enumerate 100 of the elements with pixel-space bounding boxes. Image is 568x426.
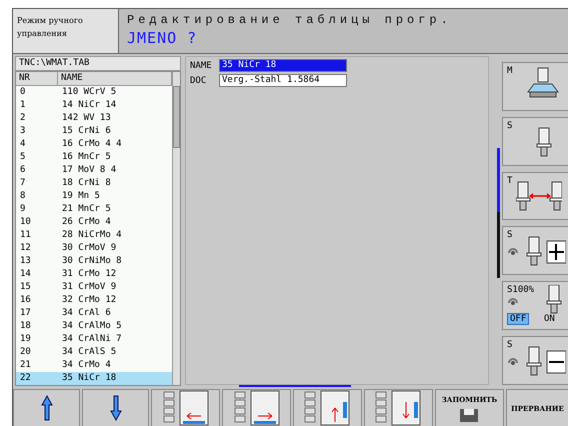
table-row[interactable]: 0 110 WCrV 5 bbox=[16, 86, 172, 99]
mode-label: Режим ручного управления bbox=[13, 9, 119, 53]
key-label: S bbox=[507, 230, 512, 240]
key-label: T bbox=[507, 176, 512, 186]
spindle-icon bbox=[536, 126, 552, 159]
field-label: DOC bbox=[190, 76, 208, 86]
side-softkey[interactable]: S bbox=[502, 226, 568, 276]
side-softkey[interactable]: S bbox=[502, 116, 568, 166]
table-cell-text: 12 bbox=[19, 242, 32, 255]
table-row[interactable]: 19 34 CrAlNi 7 bbox=[16, 333, 172, 346]
table-row[interactable]: 5 16 MnCr 5 bbox=[16, 151, 172, 164]
table-cell-text: 22 bbox=[19, 372, 32, 385]
table-cell-text: 16 CrMo 4 4 bbox=[61, 138, 123, 151]
gauge-icon bbox=[507, 295, 519, 306]
table-cell-text: 16 MnCr 5 bbox=[61, 151, 112, 164]
table-path: TNC:\WMAT.TAB bbox=[15, 56, 181, 71]
table-row[interactable]: 8 19 Mn 5 bbox=[16, 190, 172, 203]
table-cell-text: 26 CrMo 4 bbox=[61, 216, 112, 229]
table-row[interactable]: 13 30 CrNiMo 8 bbox=[16, 255, 172, 268]
table-cell-text: 14 NiCr 14 bbox=[61, 99, 118, 112]
key-label: S bbox=[507, 120, 512, 131]
table-row[interactable]: 1 14 NiCr 14 bbox=[16, 99, 172, 112]
table-row[interactable]: 22 35 NiCr 18 bbox=[16, 372, 172, 385]
table-row[interactable]: 12 30 CrMoV 9 bbox=[16, 242, 172, 255]
input-field[interactable]: 35 NiCr 18 bbox=[219, 59, 347, 72]
screen-title: Редактирование таблицы прогр. bbox=[127, 13, 453, 27]
key-slots-icon bbox=[162, 391, 175, 425]
table-cell-text: 31 CrMo 12 bbox=[61, 268, 118, 281]
table-cell-text: 31 CrMoV 9 bbox=[61, 281, 118, 294]
table-cell-text: 19 bbox=[19, 333, 32, 346]
table-row[interactable]: 2 142 WV 13 bbox=[16, 112, 172, 125]
table-row[interactable]: 9 21 MnCr 5 bbox=[16, 203, 172, 216]
table-cell-text: 30 CrMoV 9 bbox=[61, 242, 118, 255]
table-cell-text: 34 CrAlMo 5 bbox=[61, 320, 123, 333]
gauge-icon bbox=[507, 245, 519, 258]
table-cell-text: 8 bbox=[19, 190, 26, 203]
table-cell-text: 20 bbox=[19, 346, 32, 359]
table-cell-text: 17 bbox=[19, 307, 32, 320]
table-cell-text: 34 CrMo 4 bbox=[61, 359, 112, 372]
softkey[interactable] bbox=[364, 389, 433, 426]
table-cell-text: 5 bbox=[19, 151, 26, 164]
override-option[interactable]: ON bbox=[541, 313, 558, 326]
down-arrow-icon bbox=[110, 395, 122, 421]
table-cell-text: 21 MnCr 5 bbox=[61, 203, 112, 216]
key-label: S bbox=[507, 340, 512, 350]
table-cell-text: 28 NiCrMo 4 bbox=[61, 229, 123, 242]
table-cell-text: 110 WCrV 5 bbox=[61, 86, 118, 99]
table-cell-text: 11 bbox=[19, 229, 32, 242]
key-slots-icon bbox=[375, 391, 388, 425]
table-cell-text: 34 CrAl 6 bbox=[61, 307, 112, 320]
softkey[interactable] bbox=[222, 389, 291, 426]
table-row[interactable]: 6 17 MoV 8 4 bbox=[16, 164, 172, 177]
table-cell-text: 14 bbox=[19, 268, 32, 281]
table-row[interactable]: 4 16 CrMo 4 4 bbox=[16, 138, 172, 151]
softkey[interactable] bbox=[82, 389, 150, 426]
table-cell-text: 21 bbox=[19, 359, 32, 372]
table-row[interactable]: 10 26 CrMo 4 bbox=[16, 216, 172, 229]
key-slots-icon bbox=[234, 391, 246, 425]
table-cell-text: 4 bbox=[19, 138, 26, 151]
softkey[interactable] bbox=[151, 389, 220, 426]
table-cell-text: 34 CrAlS 5 bbox=[61, 346, 118, 359]
override-option[interactable]: OFF bbox=[507, 313, 530, 326]
table-row[interactable]: 3 15 CrNi 6 bbox=[16, 125, 172, 138]
table-cell-text: 1 bbox=[19, 99, 26, 112]
scrollbar[interactable] bbox=[172, 72, 180, 385]
table-row[interactable]: 17 34 CrAl 6 bbox=[16, 307, 172, 320]
table-row[interactable]: 16 32 CrMo 12 bbox=[16, 294, 172, 307]
up-arrow-icon bbox=[40, 395, 52, 421]
prompt-text: JMENO ? bbox=[127, 29, 198, 47]
table-row[interactable]: 11 28 NiCrMo 4 bbox=[16, 229, 172, 242]
table-row[interactable]: 7 18 CrNi 8 bbox=[16, 177, 172, 190]
table-row[interactable]: 20 34 CrAlS 5 bbox=[16, 346, 172, 359]
table-cell-text: 35 NiCr 18 bbox=[61, 372, 118, 385]
table-cell-text: 2 bbox=[19, 112, 26, 125]
table-cell-text: 7 bbox=[19, 177, 26, 190]
side-softkey[interactable]: S bbox=[502, 336, 568, 385]
table-row[interactable]: 18 34 CrAlMo 5 bbox=[16, 320, 172, 333]
spindle-icon bbox=[546, 285, 562, 316]
spindle-icon bbox=[526, 346, 542, 378]
table-cell-text: 19 Mn 5 bbox=[61, 190, 101, 203]
spindle-icon bbox=[526, 236, 542, 268]
softkey[interactable] bbox=[293, 389, 362, 426]
input-field[interactable]: Verg.-Stahl 1.5864 bbox=[219, 74, 347, 87]
key-slots-icon bbox=[304, 391, 316, 425]
table-cell-text: 34 CrAlNi 7 bbox=[61, 333, 123, 346]
side-softkey[interactable]: S100% OFF ON bbox=[502, 281, 568, 330]
table-cell-text: 10 bbox=[19, 216, 32, 229]
softkey[interactable] bbox=[13, 389, 80, 426]
table-cell-text: 32 CrMo 12 bbox=[61, 294, 118, 307]
plus-icon bbox=[546, 240, 566, 264]
side-softkey[interactable]: T bbox=[502, 172, 568, 220]
table-cell-text: 30 CrNiMo 8 bbox=[61, 255, 123, 268]
table-cell-text: 16 bbox=[19, 294, 32, 307]
table-cell-text: 18 CrNi 8 bbox=[61, 177, 112, 190]
side-softkey[interactable]: M bbox=[502, 62, 568, 111]
gauge-icon bbox=[507, 355, 519, 368]
table-row[interactable]: 15 31 CrMoV 9 bbox=[16, 281, 172, 294]
table-cell-text: 13 bbox=[19, 255, 32, 268]
table-row[interactable]: 14 31 CrMo 12 bbox=[16, 268, 172, 281]
table-row[interactable]: 21 34 CrMo 4 bbox=[16, 359, 172, 372]
